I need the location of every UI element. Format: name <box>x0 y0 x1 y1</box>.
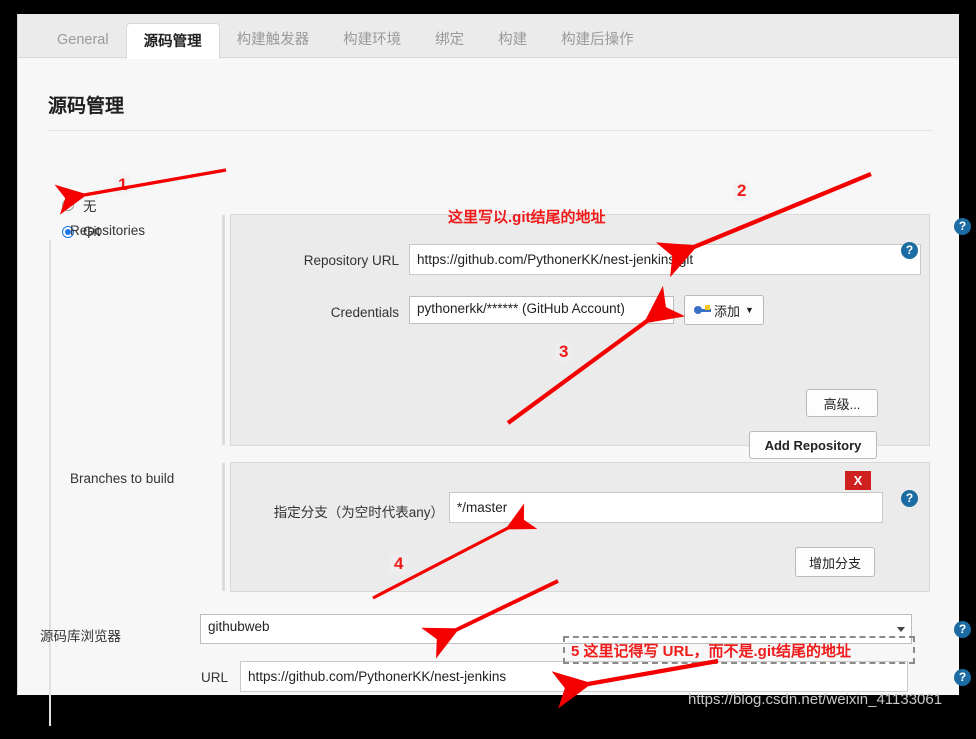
advanced-label: 高级... <box>823 396 861 412</box>
title-divider <box>48 130 933 131</box>
repository-url-help-icon[interactable]: ? <box>901 242 918 259</box>
git-section-guideline <box>49 240 51 726</box>
scm-option-none[interactable]: 无 <box>62 195 97 215</box>
chevron-down-icon-browser <box>897 627 905 632</box>
tab-build[interactable]: 构建 <box>481 22 544 58</box>
add-credentials-label: 添加 <box>714 303 741 319</box>
repository-browser-label: 源码库浏览器 <box>40 629 121 644</box>
annotation-note-git-suffix: 这里写以.git结尾的地址 <box>448 209 606 226</box>
add-repository-button[interactable]: Add Repository <box>749 431 877 459</box>
tab-post-build[interactable]: 构建后操作 <box>544 22 651 58</box>
add-repository-label: Add Repository <box>764 437 862 453</box>
config-tab-bar: General 源码管理 构建触发器 构建环境 绑定 构建 构建后操作 <box>18 14 959 59</box>
branches-section-label: Branches to build <box>70 471 175 486</box>
branch-specifier-help-icon[interactable]: ? <box>901 490 918 507</box>
repositories-section-label: Repositories <box>70 223 146 238</box>
annotation-number-3: 3 <box>555 342 573 362</box>
credentials-select-value: pythonerkk/****** (GitHub Account) <box>417 301 625 316</box>
screenshot-root: General 源码管理 构建触发器 构建环境 绑定 构建 构建后操作 源码管理… <box>0 0 976 726</box>
repository-browser-value: githubweb <box>208 619 270 634</box>
credentials-select[interactable]: pythonerkk/****** (GitHub Account) <box>409 296 674 324</box>
branch-specifier-label: 指定分支（为空时代表any） <box>273 505 444 520</box>
radio-none-icon[interactable] <box>62 199 74 211</box>
tab-bindings[interactable]: 绑定 <box>418 22 481 58</box>
jenkins-config-page: General 源码管理 构建触发器 构建环境 绑定 构建 构建后操作 源码管理… <box>17 14 971 726</box>
tab-build-env[interactable]: 构建环境 <box>326 22 418 58</box>
add-credentials-button[interactable]: 添加 ▼ <box>684 295 764 325</box>
scm-option-none-label: 无 <box>83 199 97 214</box>
caret-down-icon: ▼ <box>745 305 754 315</box>
delete-branch-button[interactable]: X <box>845 471 871 490</box>
tab-build-triggers[interactable]: 构建触发器 <box>220 22 327 58</box>
page-title: 源码管理 <box>48 96 125 117</box>
browser-url-help-icon[interactable]: ? <box>954 669 971 686</box>
repositories-help-icon[interactable]: ? <box>954 218 971 235</box>
repository-url-label: Repository URL <box>303 253 399 268</box>
advanced-button[interactable]: 高级... <box>806 389 878 417</box>
annotation-note-url-text: 5 这里记得写 URL，而不是.git结尾的地址 <box>571 642 851 660</box>
browser-url-label: URL <box>200 670 228 685</box>
annotation-number-2: 2 <box>733 181 751 201</box>
annotation-note-url-box: 5 这里记得写 URL，而不是.git结尾的地址 <box>563 636 915 664</box>
repository-url-input[interactable] <box>409 244 921 275</box>
browser-url-input[interactable] <box>240 661 908 692</box>
config-tabs: General 源码管理 构建触发器 构建环境 绑定 构建 构建后操作 <box>40 14 651 59</box>
config-body: 源码管理 无 Git Repositories Repository URL C… <box>18 58 971 726</box>
credentials-label: Credentials <box>330 305 399 320</box>
add-branch-label: 增加分支 <box>808 555 861 571</box>
tab-general[interactable]: General <box>40 22 126 58</box>
repository-browser-help-icon[interactable]: ? <box>954 621 971 638</box>
watermark-text: https://blog.csdn.net/weixin_41133061 <box>688 691 943 708</box>
branch-specifier-input[interactable] <box>449 492 883 523</box>
annotation-number-4: 4 <box>390 554 408 574</box>
branches-panel: 指定分支（为空时代表any） 增加分支 <box>222 462 930 592</box>
chevron-down-icon <box>659 308 667 313</box>
tab-scm[interactable]: 源码管理 <box>125 23 220 59</box>
add-branch-button[interactable]: 增加分支 <box>795 547 875 577</box>
annotation-number-1: 1 <box>114 175 132 195</box>
repositories-panel: Repository URL Credentials pythonerkk/**… <box>222 214 930 459</box>
key-icon <box>694 305 712 315</box>
